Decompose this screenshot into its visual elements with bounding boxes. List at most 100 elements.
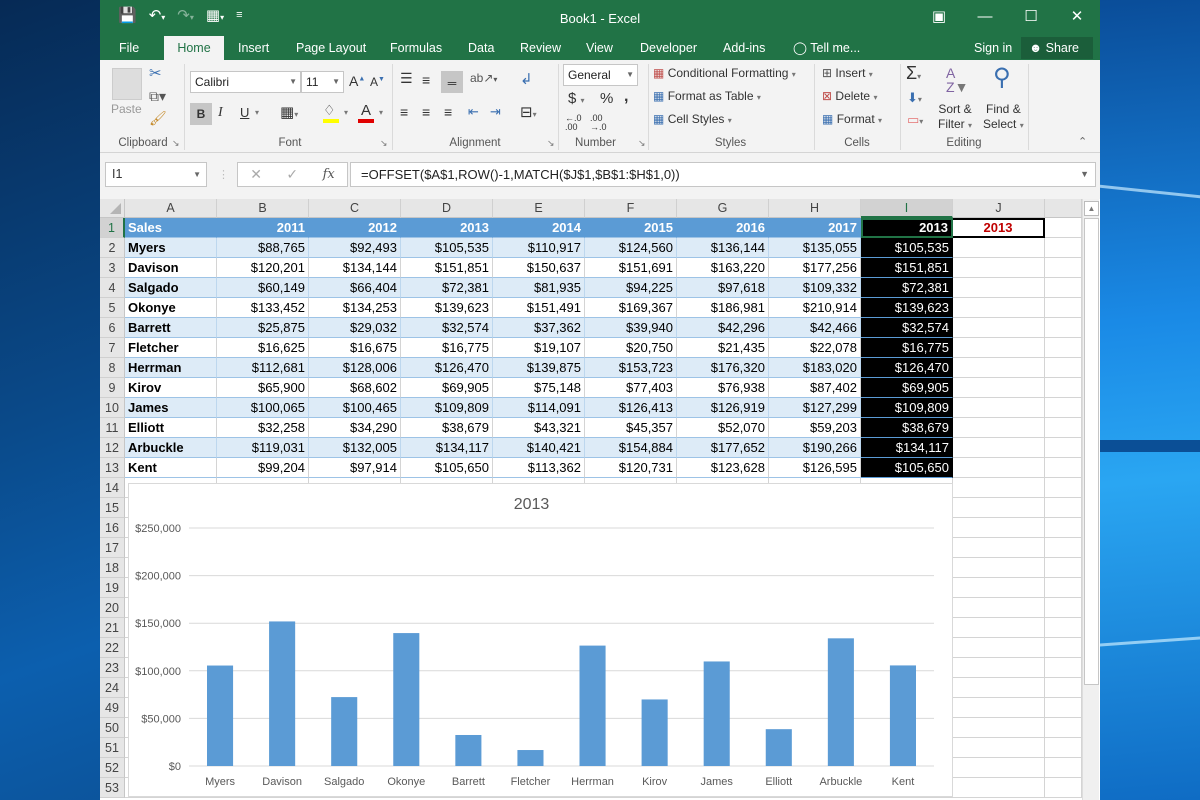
format-cells-button[interactable]: ▦ Format ▾ <box>822 112 882 126</box>
font-dialog-launcher-icon[interactable]: ↘ <box>380 138 388 149</box>
maximize-icon[interactable]: ☐ <box>1008 0 1054 34</box>
sales-cell[interactable]: $128,006 <box>309 358 401 378</box>
vertical-scrollbar[interactable]: ▲ <box>1082 199 1099 800</box>
header-cell[interactable]: 2014 <box>493 218 585 238</box>
column-header-h[interactable]: H <box>769 199 861 218</box>
sales-cell[interactable]: $100,065 <box>217 398 309 418</box>
cancel-icon[interactable]: ✕ <box>250 166 262 183</box>
row-header[interactable]: 3 <box>100 258 125 278</box>
sales-cell[interactable]: $134,117 <box>401 438 493 458</box>
tab-data[interactable]: Data <box>458 36 504 60</box>
column-header-a[interactable]: A <box>125 199 217 218</box>
tab-formulas[interactable]: Formulas <box>380 36 452 60</box>
font-color-dropdown-icon[interactable]: ▾ <box>379 108 383 117</box>
column-header-k[interactable] <box>1045 199 1082 218</box>
orientation-icon[interactable]: ab↗▾ <box>470 71 497 85</box>
tab-view[interactable]: View <box>576 36 623 60</box>
row-header[interactable]: 53 <box>100 778 125 798</box>
empty-cell[interactable] <box>953 278 1045 298</box>
align-center-icon[interactable]: ≡ <box>422 104 430 120</box>
align-left-icon[interactable]: ≡ <box>400 104 408 120</box>
name-cell[interactable]: Elliott <box>125 418 217 438</box>
sales-cell[interactable]: $140,421 <box>493 438 585 458</box>
name-cell[interactable]: Okonye <box>125 298 217 318</box>
sales-cell[interactable]: $42,296 <box>677 318 769 338</box>
bold-button[interactable]: B <box>190 103 212 125</box>
font-name-select[interactable]: Calibri ▼ <box>190 71 301 93</box>
lookup-result-cell[interactable]: $69,905 <box>861 378 953 398</box>
empty-cell[interactable] <box>953 778 1045 798</box>
row-header[interactable]: 16 <box>100 518 125 538</box>
sales-cell[interactable]: $42,466 <box>769 318 861 338</box>
decrease-font-icon[interactable]: A▼ <box>370 75 385 89</box>
empty-cell[interactable] <box>1045 558 1082 578</box>
header-cell[interactable]: 2011 <box>217 218 309 238</box>
empty-cell[interactable] <box>1045 758 1082 778</box>
sales-cell[interactable]: $139,623 <box>401 298 493 318</box>
scrollbar-thumb[interactable] <box>1084 218 1099 685</box>
percent-button[interactable]: % <box>600 90 613 107</box>
minimize-icon[interactable]: — <box>962 0 1008 34</box>
row-header[interactable]: 20 <box>100 598 125 618</box>
sales-cell[interactable]: $154,884 <box>585 438 677 458</box>
sort-filter-icon[interactable]: A Z▼ <box>946 66 968 94</box>
year-input-cell-j1[interactable]: 2013 <box>953 218 1045 238</box>
number-dialog-launcher-icon[interactable]: ↘ <box>638 138 646 149</box>
lookup-result-cell[interactable]: $16,775 <box>861 338 953 358</box>
sales-cell[interactable]: $45,357 <box>585 418 677 438</box>
row-header[interactable]: 52 <box>100 758 125 778</box>
sales-cell[interactable]: $32,574 <box>401 318 493 338</box>
empty-cell[interactable] <box>1045 518 1082 538</box>
increase-font-icon[interactable]: A▲ <box>349 73 365 89</box>
lookup-result-cell[interactable]: $105,535 <box>861 238 953 258</box>
empty-cell[interactable] <box>1045 338 1082 358</box>
decrease-indent-icon[interactable]: ⇤ <box>468 104 479 120</box>
sales-cell[interactable]: $151,691 <box>585 258 677 278</box>
sales-cell[interactable]: $59,203 <box>769 418 861 438</box>
tab-developer[interactable]: Developer <box>630 36 707 60</box>
sales-cell[interactable]: $38,679 <box>401 418 493 438</box>
empty-cell[interactable] <box>1045 738 1082 758</box>
empty-cell[interactable] <box>1045 318 1082 338</box>
empty-cell[interactable] <box>953 258 1045 278</box>
row-header[interactable]: 11 <box>100 418 125 438</box>
sales-cell[interactable]: $126,595 <box>769 458 861 478</box>
active-cell-i1[interactable]: 2013 <box>861 218 953 238</box>
row-header[interactable]: 12 <box>100 438 125 458</box>
cell-styles-button[interactable]: ▦ Cell Styles ▾ <box>653 112 732 126</box>
underline-button[interactable]: U <box>240 105 249 120</box>
empty-cell[interactable] <box>953 318 1045 338</box>
header-cell[interactable]: 2013 <box>401 218 493 238</box>
formula-input[interactable]: =OFFSET($A$1,ROW()-1,MATCH($J$1,$B$1:$H$… <box>350 162 1096 187</box>
sales-cell[interactable]: $210,914 <box>769 298 861 318</box>
row-header[interactable]: 13 <box>100 458 125 478</box>
empty-cell[interactable] <box>953 618 1045 638</box>
sales-cell[interactable]: $177,256 <box>769 258 861 278</box>
tab-insert[interactable]: Insert <box>228 36 279 60</box>
conditional-formatting-button[interactable]: ▦ Conditional Formatting ▾ <box>653 66 796 80</box>
row-header[interactable]: 23 <box>100 658 125 678</box>
empty-cell[interactable] <box>1045 398 1082 418</box>
format-painter-icon[interactable]: 🖌 <box>149 110 167 127</box>
empty-cell[interactable] <box>1045 618 1082 638</box>
sales-cell[interactable]: $100,465 <box>309 398 401 418</box>
sales-cell[interactable]: $134,144 <box>309 258 401 278</box>
column-header-f[interactable]: F <box>585 199 677 218</box>
empty-cell[interactable] <box>953 438 1045 458</box>
row-header[interactable]: 4 <box>100 278 125 298</box>
sales-cell[interactable]: $109,809 <box>401 398 493 418</box>
sales-cell[interactable]: $20,750 <box>585 338 677 358</box>
name-cell[interactable]: Kirov <box>125 378 217 398</box>
alignment-dialog-launcher-icon[interactable]: ↘ <box>547 138 555 149</box>
insert-function-icon[interactable]: fx <box>323 167 335 182</box>
cut-icon[interactable]: ✂ <box>149 64 162 82</box>
sales-cell[interactable]: $136,144 <box>677 238 769 258</box>
sales-cell[interactable]: $72,381 <box>401 278 493 298</box>
underline-dropdown-icon[interactable]: ▾ <box>255 108 259 117</box>
lookup-result-cell[interactable]: $105,650 <box>861 458 953 478</box>
sort-filter-button[interactable]: Sort & Filter ▾ <box>938 102 972 133</box>
column-header-g[interactable]: G <box>677 199 769 218</box>
empty-cell[interactable] <box>953 578 1045 598</box>
share-button[interactable]: ☻ Share <box>1021 37 1093 59</box>
decrease-decimal-icon[interactable]: .00 →.0 <box>590 114 607 132</box>
